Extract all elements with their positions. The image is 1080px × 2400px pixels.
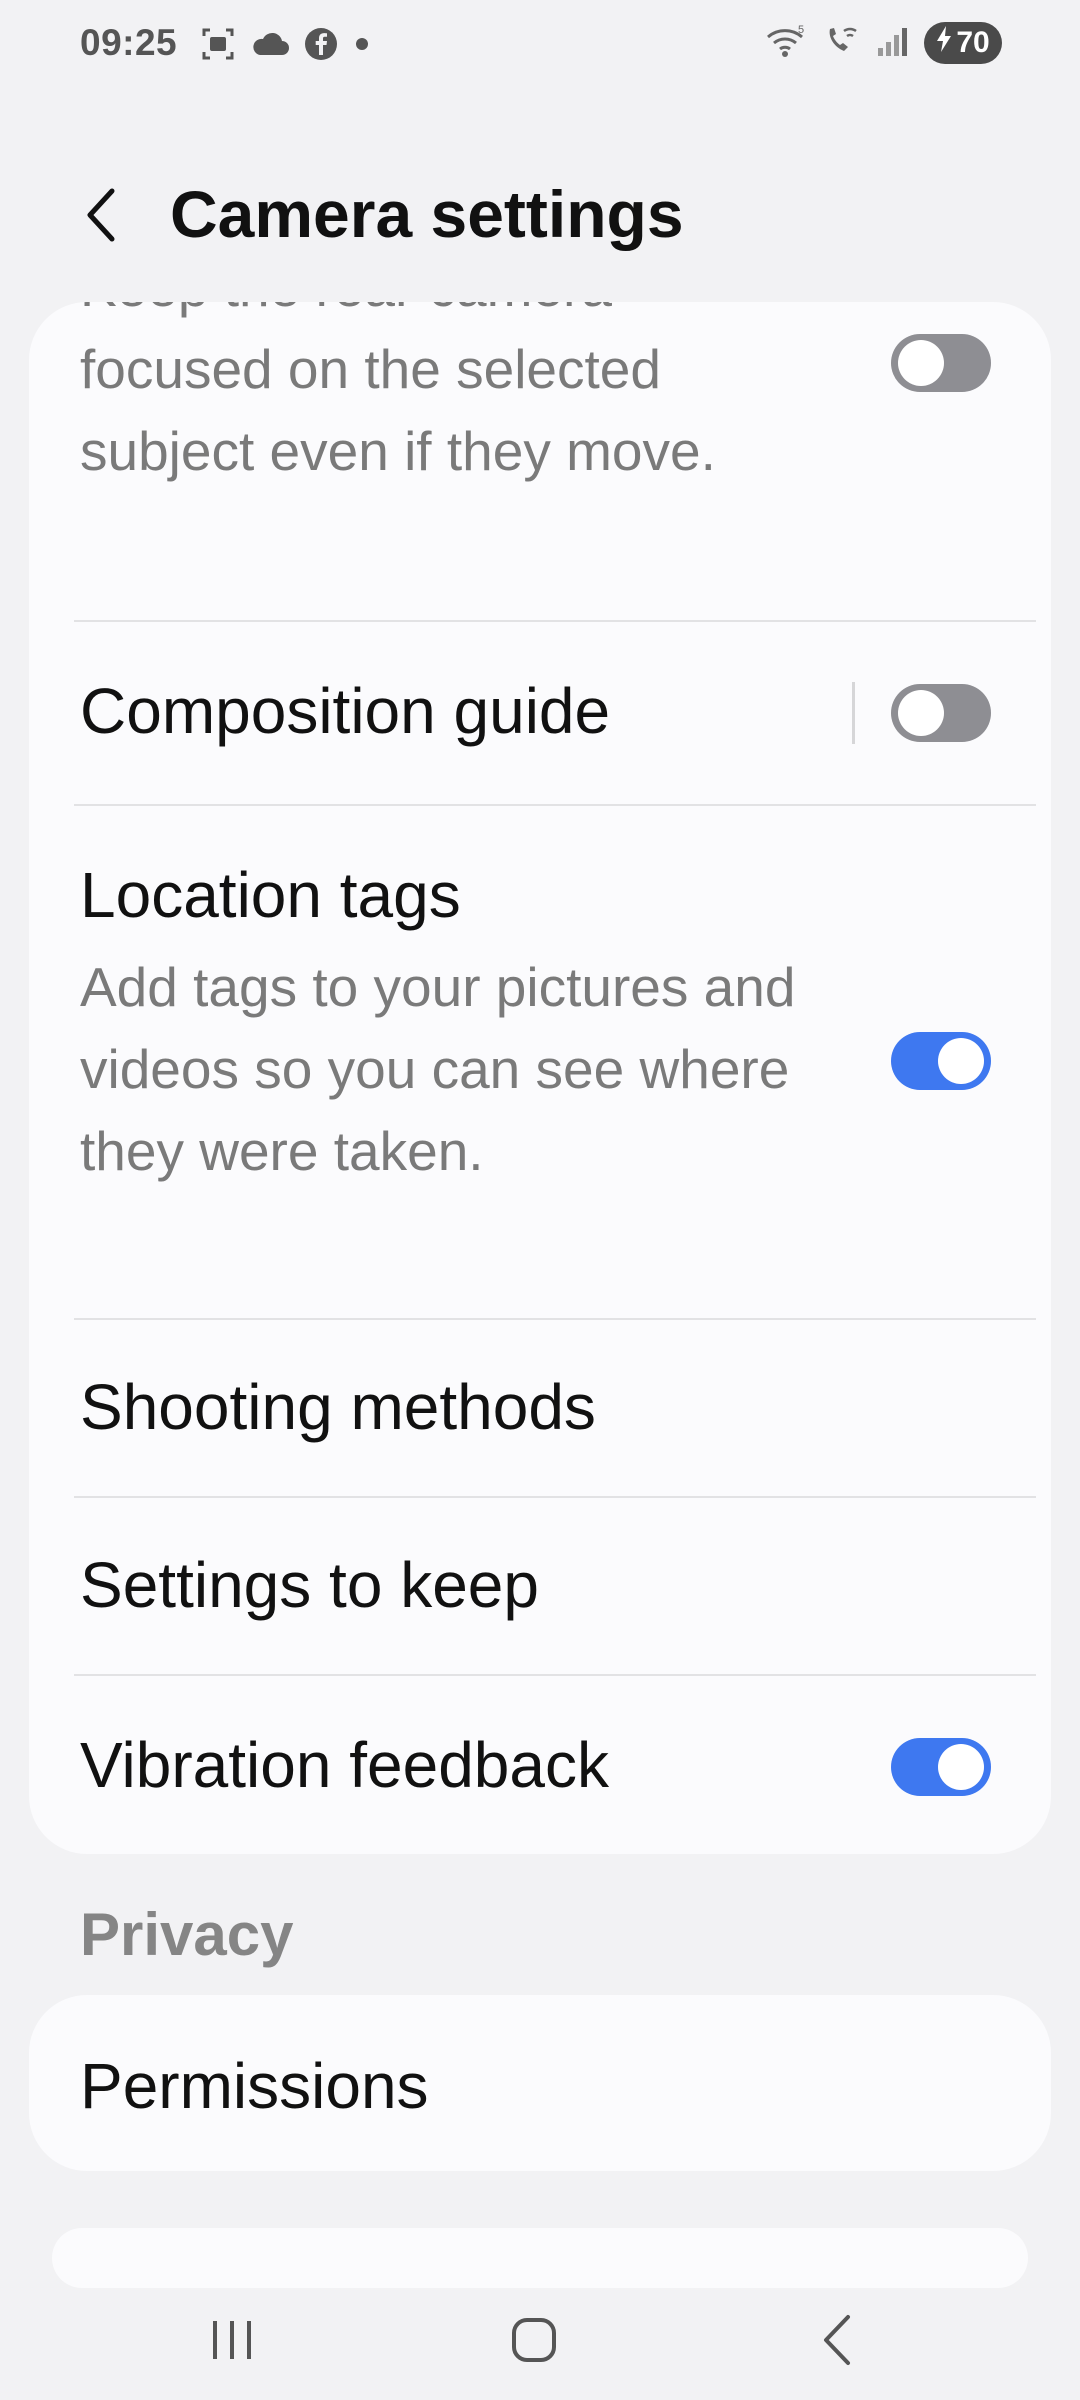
vibration-feedback-row[interactable]: Vibration feedback — [29, 1676, 1051, 1854]
tracking-af-description: Keep the rear camera focused on the sele… — [80, 302, 716, 482]
permissions-label: Permissions — [80, 2050, 429, 2122]
app-header: Camera settings — [0, 150, 1080, 280]
shooting-methods-row[interactable]: Shooting methods — [29, 1320, 1051, 1496]
wifi-call-icon — [822, 23, 862, 64]
cloud-icon — [250, 29, 290, 64]
settings-to-keep-label: Settings to keep — [80, 1549, 539, 1621]
chevron-left-icon — [87, 188, 115, 242]
screenshot-icon — [200, 26, 236, 67]
settings-to-keep-row[interactable]: Settings to keep — [29, 1498, 1051, 1674]
permissions-card[interactable]: Permissions — [29, 1995, 1051, 2171]
back-icon — [824, 2315, 850, 2365]
home-icon — [512, 2318, 556, 2362]
tracking-af-toggle[interactable] — [891, 334, 991, 392]
status-left-icons — [200, 26, 372, 67]
composition-guide-label: Composition guide — [80, 675, 611, 747]
charging-icon — [936, 26, 952, 60]
svg-text:5: 5 — [798, 24, 804, 36]
composition-guide-row[interactable]: Composition guide — [29, 622, 1051, 804]
wifi-icon: 5 — [764, 23, 808, 64]
facebook-icon — [304, 27, 338, 66]
composition-guide-toggle[interactable] — [891, 684, 991, 742]
vibration-feedback-toggle[interactable] — [891, 1738, 991, 1796]
page-title: Camera settings — [170, 177, 684, 251]
settings-card: Keep the rear camera focused on the sele… — [29, 302, 1051, 1854]
tracking-af-row[interactable]: Keep the rear camera focused on the sele… — [29, 302, 1051, 620]
location-tags-description: Add tags to your pictures and videos so … — [80, 956, 796, 1182]
shooting-methods-label: Shooting methods — [80, 1371, 596, 1443]
navigation-bar — [0, 2270, 1080, 2400]
vertical-separator — [852, 682, 855, 744]
vibration-feedback-label: Vibration feedback — [80, 1729, 609, 1801]
location-tags-label: Location tags — [80, 859, 461, 931]
dot-icon — [352, 34, 372, 59]
privacy-section-title: Privacy — [80, 1901, 294, 1968]
back-button[interactable] — [70, 180, 130, 250]
recents-icon — [213, 2321, 251, 2359]
location-tags-row[interactable]: Location tags Add tags to your pictures … — [29, 806, 1051, 1318]
battery-level: 70 — [956, 26, 990, 59]
status-bar: 09:25 5 70 — [0, 0, 1080, 92]
status-right-icons: 5 70 — [764, 22, 1002, 64]
location-tags-toggle[interactable] — [891, 1032, 991, 1090]
battery-indicator: 70 — [924, 22, 1002, 64]
home-button[interactable] — [474, 2300, 594, 2380]
status-time: 09:25 — [80, 22, 178, 63]
recents-button[interactable] — [172, 2300, 292, 2380]
nav-back-button[interactable] — [778, 2300, 898, 2380]
signal-icon — [876, 24, 910, 63]
